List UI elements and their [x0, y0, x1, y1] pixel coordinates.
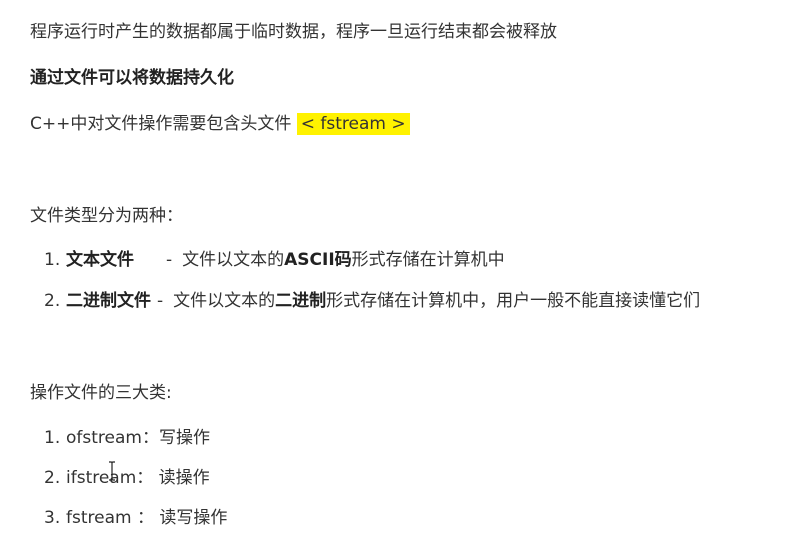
- desc-bold: 二进制: [275, 291, 327, 311]
- paragraph-text: C++中对文件操作需要包含头文件: [30, 114, 297, 134]
- classes-heading: 操作文件的三大类:: [30, 381, 172, 405]
- document-body: 程序运行时产生的数据都属于临时数据，程序一旦运行结束都会被释放 通过文件可以将数…: [0, 0, 794, 535]
- list-item-ifstream: 2. ifstream： 读操作: [44, 466, 210, 490]
- paragraph-header-file: C++中对文件操作需要包含头文件 < fstream >: [30, 112, 410, 136]
- desc-text: 文件以文本的: [173, 291, 276, 311]
- list-number: 1.: [44, 428, 61, 448]
- list-number: 1.: [44, 250, 61, 270]
- separator: -: [157, 291, 164, 311]
- list-item-ofstream: 1. ofstream：写操作: [44, 426, 210, 450]
- desc-bold: ASCII码: [284, 250, 352, 270]
- list-item-text-file: 1. 文本文件 - 文件以文本的ASCII码形式存储在计算机中: [44, 248, 505, 272]
- list-item-fstream: 3. fstream ： 读写操作: [44, 506, 227, 530]
- paragraph-bold-text: 文件可以将数据持久化: [64, 68, 234, 88]
- separator: -: [166, 250, 173, 270]
- class-text: ofstream：写操作: [66, 428, 210, 448]
- file-type-name: 二进制文件: [66, 291, 151, 311]
- types-heading: 文件类型分为两种：: [30, 204, 183, 228]
- desc-text: 形式存储在计算机中: [351, 250, 505, 270]
- class-text: fstream ： 读写操作: [66, 508, 228, 528]
- heading-text: 操作文件的三大类:: [30, 383, 172, 403]
- list-number: 2.: [44, 291, 61, 311]
- list-number: 2.: [44, 468, 61, 488]
- class-text: ifstream： 读操作: [66, 468, 210, 488]
- paragraph-text: 程序运行时产生的数据都属于临时数据，程序一旦运行结束都会被释放: [30, 22, 557, 42]
- list-item-binary-file: 2. 二进制文件 - 文件以文本的二进制形式存储在计算机中，用户一般不能直接读懂它们: [44, 289, 700, 313]
- text-cursor-icon: [108, 461, 116, 481]
- list-number: 3.: [44, 508, 61, 528]
- paragraph-prefix: 通过: [30, 68, 64, 88]
- highlighted-code: < fstream >: [296, 113, 410, 135]
- paragraph-persist: 通过文件可以将数据持久化: [30, 66, 234, 90]
- desc-text: 文件以文本的: [182, 250, 285, 270]
- desc-text: 形式存储在计算机中，用户一般不能直接读懂它们: [326, 291, 701, 311]
- heading-text: 文件类型分为两种：: [30, 206, 183, 226]
- paragraph-temp-data: 程序运行时产生的数据都属于临时数据，程序一旦运行结束都会被释放: [30, 20, 557, 44]
- file-type-name: 文本文件: [66, 250, 134, 270]
